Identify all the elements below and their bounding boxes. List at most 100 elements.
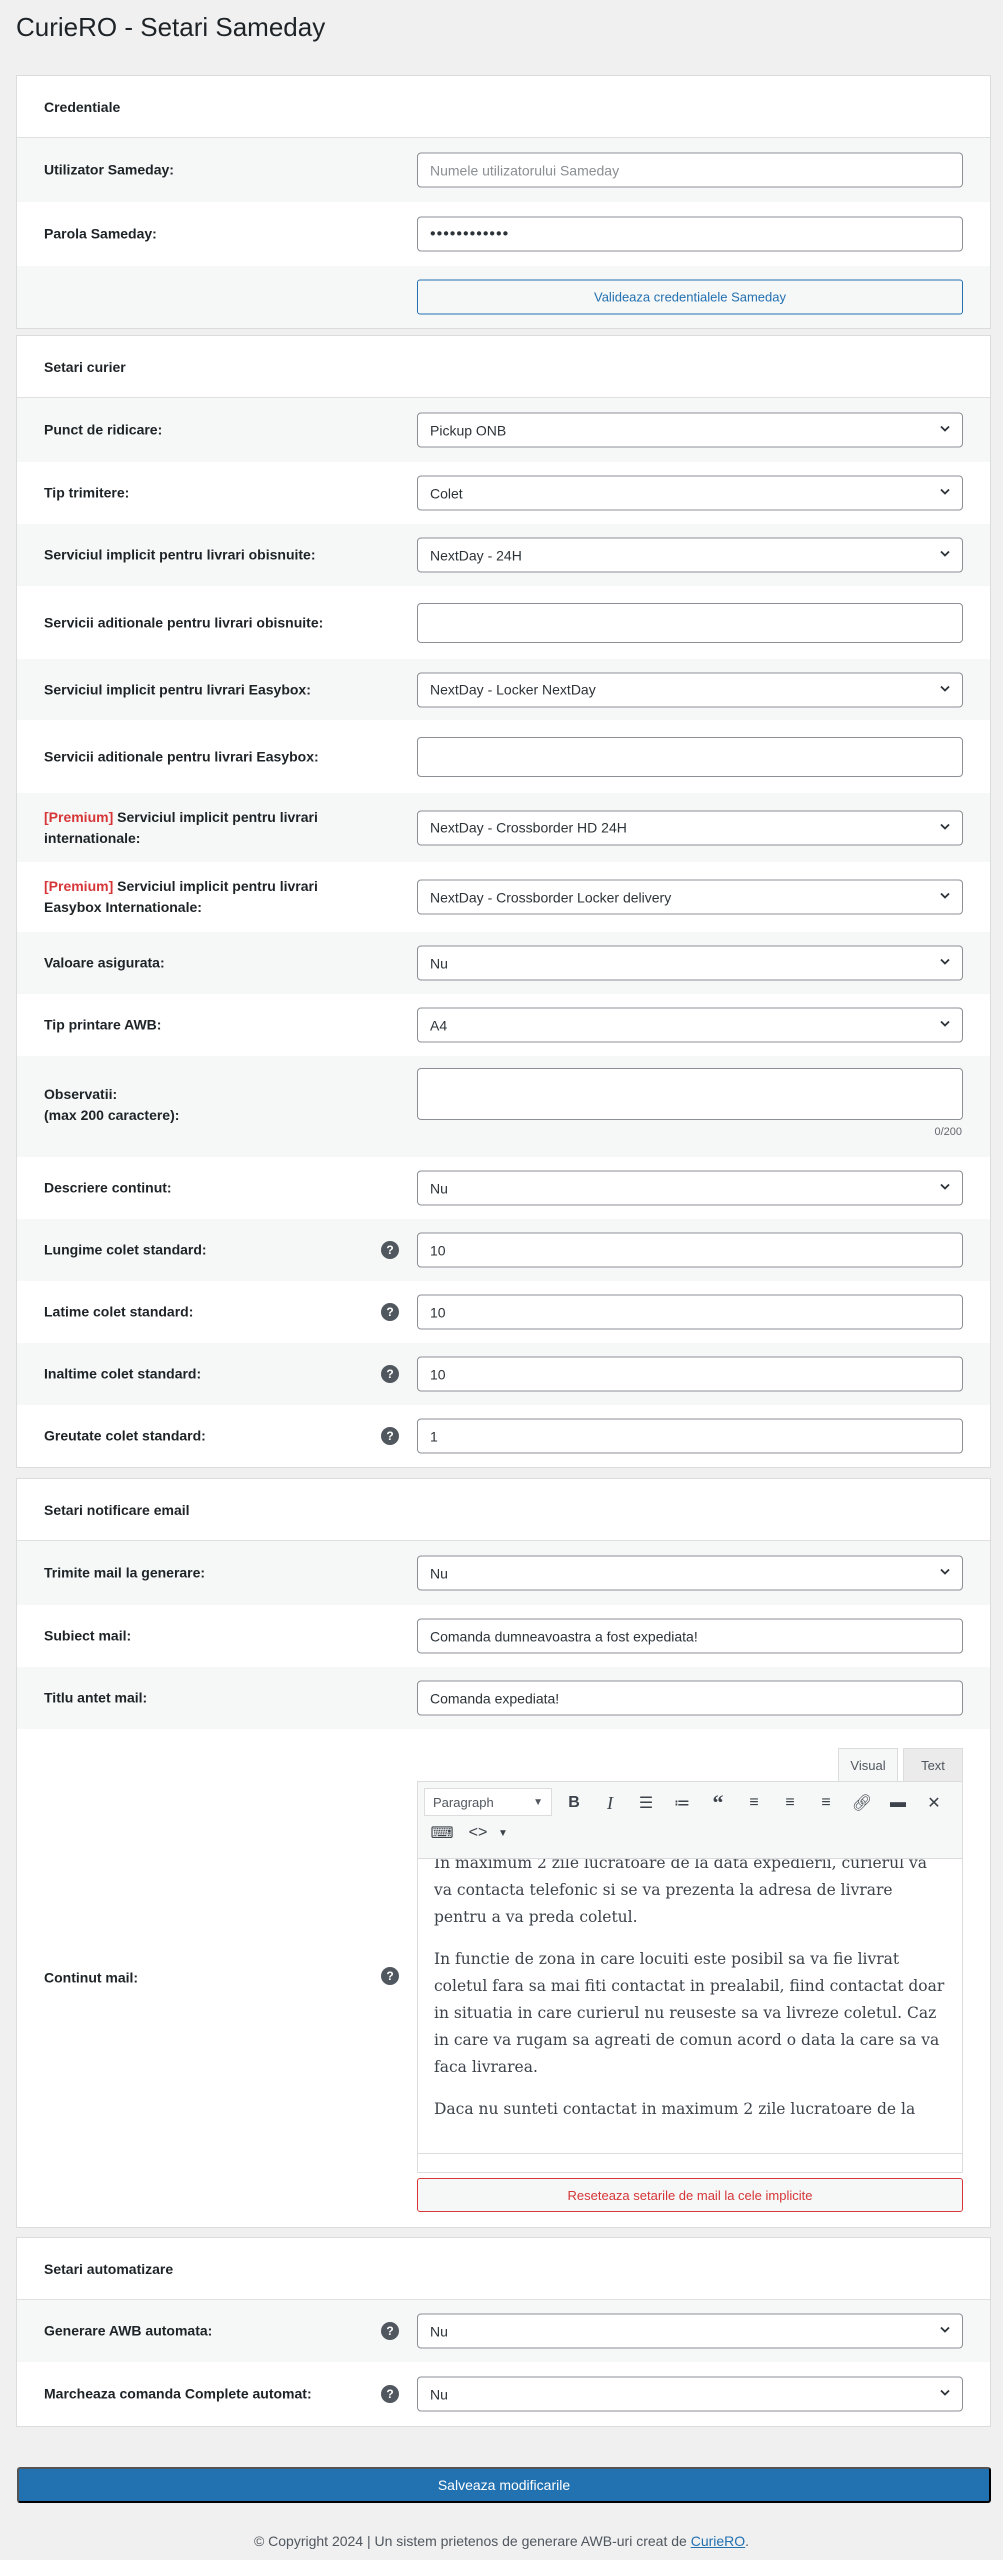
link-icon[interactable]: 🔗︎ xyxy=(844,1788,880,1818)
help-icon[interactable]: ? xyxy=(381,1241,399,1259)
section-setari-curier: Setari curier Punct de ridicare: Pickup ON… xyxy=(16,335,991,1468)
align-center-icon[interactable]: ≡ xyxy=(772,1788,808,1818)
section-credentiale: Credentiale Utilizator Sameday: Numele uti… xyxy=(16,75,991,329)
servicii-aditionale-pentru-livrari-easybox-multiselect[interactable] xyxy=(417,736,963,777)
help-icon[interactable]: ? xyxy=(381,2385,399,2403)
selected-value: Colet xyxy=(430,485,463,501)
editor-resize-bar[interactable] xyxy=(417,2153,963,2173)
inaltime-colet-standard-input[interactable]: 10 xyxy=(417,1356,963,1392)
premium-badge: [Premium] xyxy=(44,878,114,894)
observatii-textarea[interactable] xyxy=(417,1068,963,1120)
selected-value: NextDay - Crossborder Locker delivery xyxy=(430,889,672,905)
chevron-down-icon xyxy=(940,958,950,965)
read-more-icon[interactable]: ▬ xyxy=(880,1788,916,1818)
help-icon[interactable]: ? xyxy=(381,2322,399,2340)
field-label: Parola Sameday: xyxy=(44,224,374,245)
fullscreen-icon[interactable]: ✕ xyxy=(916,1788,952,1818)
help-icon[interactable]: ? xyxy=(381,1967,399,1985)
editor-toolbar: Paragraph ▼ B I ☰ ≔ “≡ ≡ ≡ 🔗︎ ▬ ✕ ⌨ <> ▼ xyxy=(417,1781,963,1859)
chevron-down-icon xyxy=(940,2326,950,2333)
descriere-continut-select[interactable]: Nu xyxy=(417,1170,963,1206)
marcheaza-comanda-complete-automat-select[interactable]: Nu xyxy=(417,2376,963,2412)
field-label: Generare AWB automata: xyxy=(44,2321,374,2342)
help-icon[interactable]: ? xyxy=(381,1303,399,1321)
greutate-colet-standard-input[interactable]: 1 xyxy=(417,1418,963,1454)
selected-value: Nu xyxy=(430,955,448,971)
punct-de-ridicare-select[interactable]: Pickup ONB xyxy=(417,412,963,448)
row-utilizator-sameday: Utilizator Sameday: Numele utilizatorului… xyxy=(17,138,990,202)
label-text: Tip trimitere: xyxy=(44,484,130,501)
field-label: Punct de ridicare: xyxy=(44,420,374,441)
reset-mail-settings-button[interactable]: Reseteaza setarile de mail la cele impli… xyxy=(417,2178,963,2212)
row-trimite-mail-la-generare: Trimite mail la generare: Nu xyxy=(17,1541,990,1605)
row-serviciul-implicit-pentru-livrari-easybox: Serviciul implicit pentru livrari Easybo… xyxy=(17,659,990,720)
field-label: Tip trimitere: xyxy=(44,483,374,504)
servicii-aditionale-pentru-livrari-obisnuite-multiselect[interactable] xyxy=(417,602,963,643)
section-title: Setari notificare email xyxy=(17,1479,990,1541)
tip-printare-awb-select[interactable]: A4 xyxy=(417,1007,963,1043)
label-text: Marcheaza comanda Complete automat: xyxy=(44,2385,312,2402)
tab-visual[interactable]: Visual xyxy=(838,1748,898,1781)
save-button[interactable]: Salveaza modificarile xyxy=(17,2467,991,2503)
lungime-colet-standard-input[interactable]: 10 xyxy=(417,1232,963,1268)
label-text: Utilizator Sameday: xyxy=(44,161,174,178)
field-label: Servicii aditionale pentru livrari obisn… xyxy=(44,612,374,633)
align-right-icon[interactable]: ≡ xyxy=(808,1788,844,1818)
char-counter: 0/200 xyxy=(934,1126,962,1138)
field-label: Inaltime colet standard: xyxy=(44,1364,374,1385)
code-icon[interactable]: <> xyxy=(460,1818,496,1848)
serviciul-implicit-pentru-livrari-easybox-select[interactable]: NextDay - Locker NextDay xyxy=(417,672,963,707)
serviciul-implicit-pentru-livrari-easybox-internationale-select[interactable]: NextDay - Crossborder Locker delivery xyxy=(417,879,963,915)
serviciul-implicit-pentru-livrari-internationale-select[interactable]: NextDay - Crossborder HD 24H xyxy=(417,810,963,845)
bullet-list-icon[interactable]: ☰ xyxy=(628,1788,664,1818)
label-text: Tip printare AWB: xyxy=(44,1016,162,1033)
label-text: Titlu antet mail: xyxy=(44,1689,148,1706)
section-setari-automatizare: Setari automatizare Generare AWB automata… xyxy=(16,2237,991,2427)
validate-credentials-button[interactable]: Valideaza credentialele Sameday xyxy=(417,279,963,315)
row-actions: Valideaza credentialele Sameday xyxy=(17,266,990,328)
tab-text[interactable]: Text xyxy=(903,1748,963,1781)
serviciul-implicit-pentru-livrari-obisnuite-select[interactable]: NextDay - 24H xyxy=(417,537,963,573)
row-inaltime-colet-standard: Inaltime colet standard:? 10 xyxy=(17,1343,990,1405)
chevron-down-icon xyxy=(940,2389,950,2396)
label-text: Latime colet standard: xyxy=(44,1303,194,1320)
format-select[interactable]: Paragraph ▼ xyxy=(424,1788,552,1816)
password-input[interactable]: •••••••••••• xyxy=(417,216,963,252)
row-serviciul-implicit-pentru-livrari-obisnuite: Serviciul implicit pentru livrari obisnu… xyxy=(17,524,990,586)
chevron-down-icon xyxy=(940,550,950,557)
keyboard-icon[interactable]: ⌨ xyxy=(424,1818,460,1848)
row-tip-printare-awb: Tip printare AWB: A4 xyxy=(17,994,990,1056)
more-dropdown-icon[interactable]: ▼ xyxy=(496,1818,510,1848)
titlu-antet-mail-input[interactable]: Comanda expediata! xyxy=(417,1680,963,1716)
curiero-link[interactable]: CurieRO xyxy=(691,2533,745,2549)
row-generare-awb-automata: Generare AWB automata:? Nu xyxy=(17,2300,990,2362)
field-label: Titlu antet mail: xyxy=(44,1688,374,1709)
selected-value: NextDay - Crossborder HD 24H xyxy=(430,819,627,836)
italic-icon[interactable]: I xyxy=(592,1788,628,1818)
blockquote-icon[interactable]: “ xyxy=(700,1788,736,1818)
utilizator-sameday-input[interactable]: Numele utilizatorului Sameday xyxy=(417,152,963,188)
field-label: Marcheaza comanda Complete automat: xyxy=(44,2384,374,2405)
label-text: Valoare asigurata: xyxy=(44,954,165,971)
align-left-icon[interactable]: ≡ xyxy=(736,1788,772,1818)
latime-colet-standard-input[interactable]: 10 xyxy=(417,1294,963,1330)
help-icon[interactable]: ? xyxy=(381,1427,399,1445)
section-title: Setari curier xyxy=(17,336,990,398)
premium-badge: [Premium] xyxy=(44,808,114,825)
tip-trimitere-select[interactable]: Colet xyxy=(417,475,963,511)
valoare-asigurata-select[interactable]: Nu xyxy=(417,945,963,981)
help-icon[interactable]: ? xyxy=(381,1365,399,1383)
subiect-mail-input[interactable]: Comanda dumneavoastra a fost expediata! xyxy=(417,1618,963,1654)
label-text: Inaltime colet standard: xyxy=(44,1365,202,1382)
label-text: Serviciul implicit pentru livrari obisnu… xyxy=(44,546,316,563)
row-descriere-continut: Descriere continut: Nu xyxy=(17,1157,990,1219)
trimite-mail-la-generare-select[interactable]: Nu xyxy=(417,1555,963,1591)
label-hint: (max 200 caractere): xyxy=(44,1107,180,1123)
bold-icon[interactable]: B xyxy=(556,1788,592,1818)
editor-content[interactable]: In maximum 2 zile lucratoare de la data … xyxy=(417,1859,963,2153)
numbered-list-icon[interactable]: ≔ xyxy=(664,1788,700,1818)
row-lungime-colet-standard: Lungime colet standard:? 10 xyxy=(17,1219,990,1281)
field-label: Subiect mail: xyxy=(44,1626,374,1647)
generare-awb-automata-select[interactable]: Nu xyxy=(417,2313,963,2349)
selected-value: A4 xyxy=(430,1017,448,1033)
